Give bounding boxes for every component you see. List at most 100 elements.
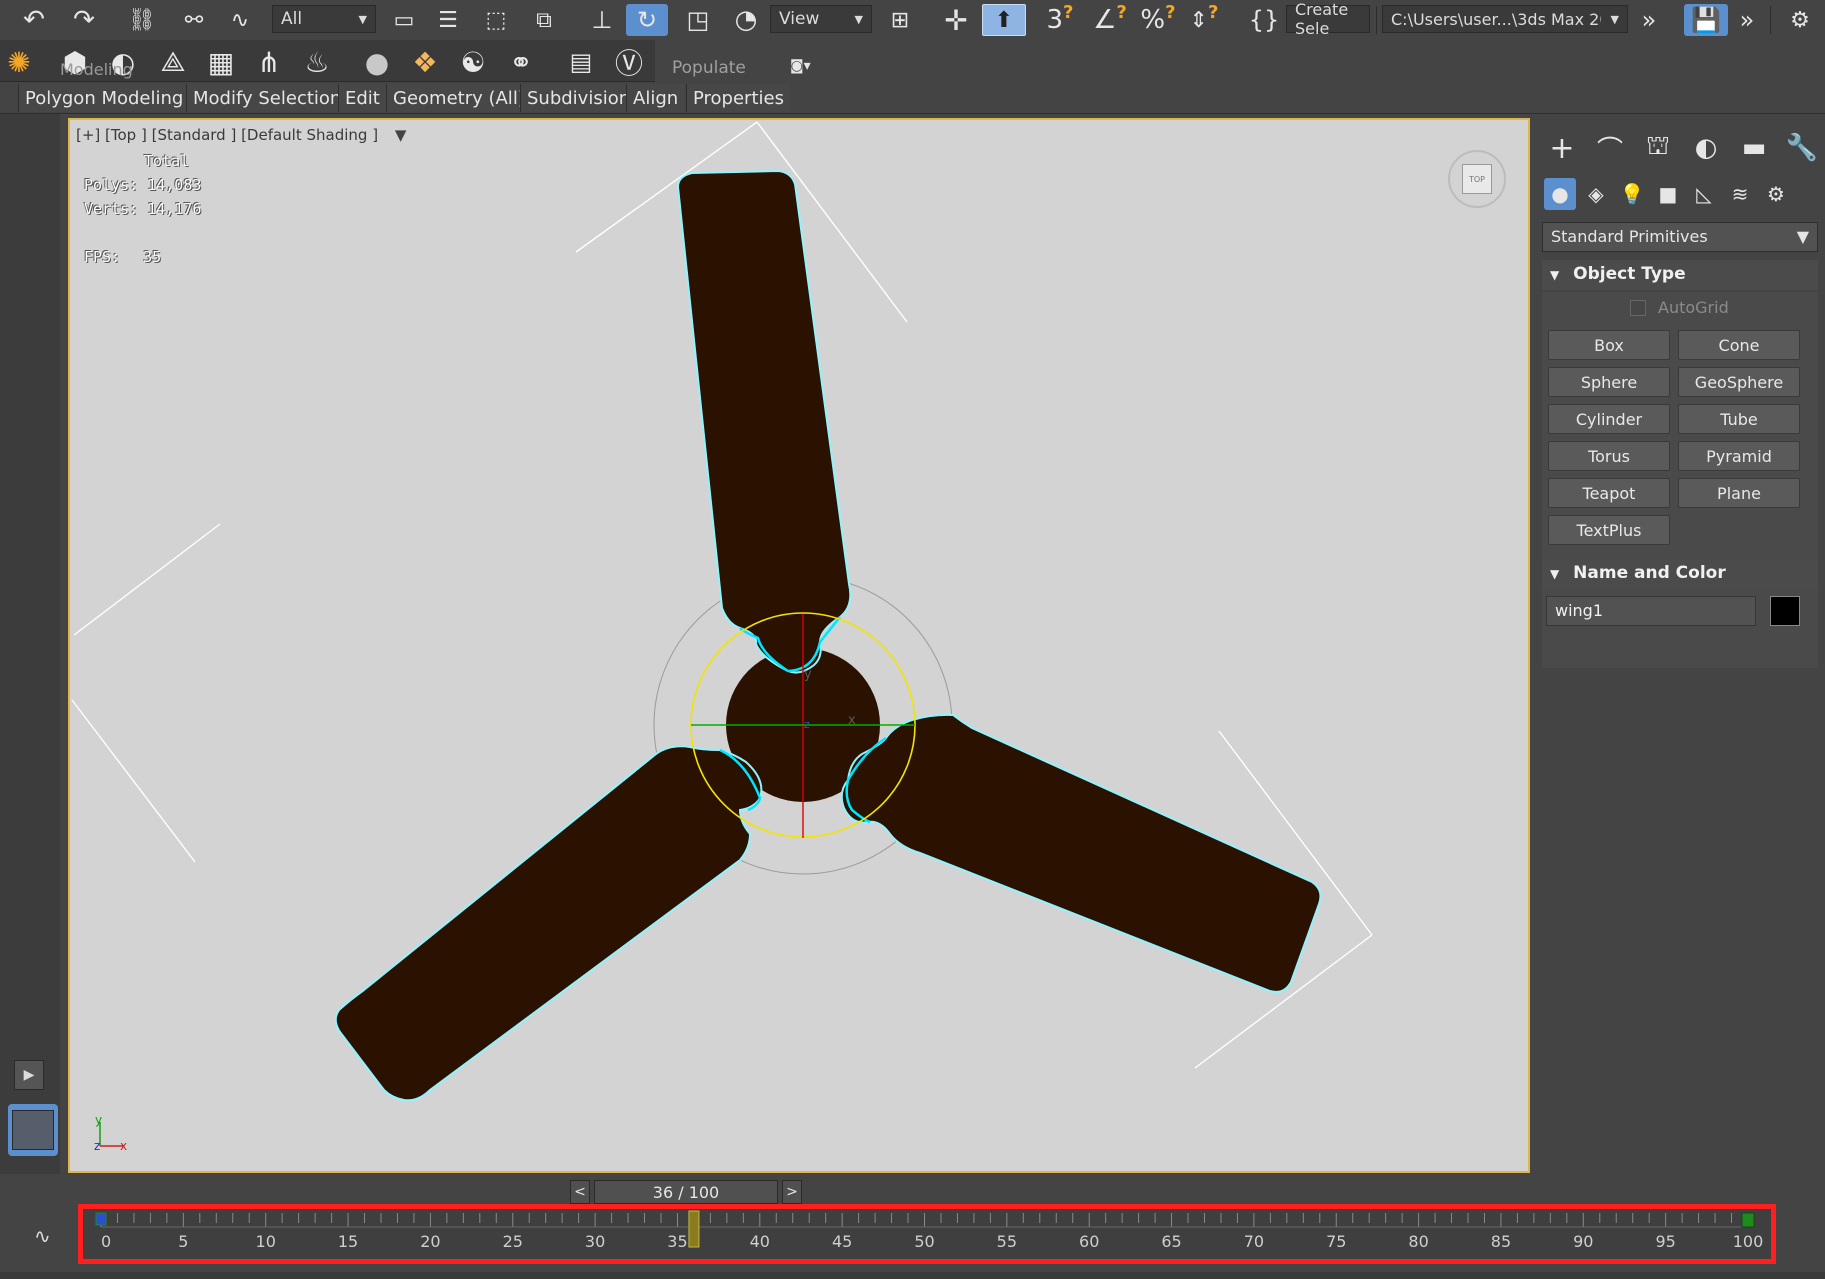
curve-editor-icon[interactable]: ∿ — [34, 1224, 51, 1248]
percent-snap-icon[interactable]: %? — [1138, 2, 1178, 36]
top-viewport[interactable]: y x z y x z [+] [Top ] [Standard ] [Defa… — [68, 118, 1530, 1173]
object-type-rollout-header[interactable]: ▼ Object Type — [1542, 260, 1818, 290]
cone-button[interactable]: Cone — [1678, 330, 1800, 360]
tube-button[interactable]: Tube — [1678, 404, 1800, 434]
vray-icon[interactable]: Ⓥ — [612, 45, 646, 80]
more-icon[interactable]: » — [1634, 4, 1664, 36]
use-pivot-icon[interactable]: ⊞ — [880, 4, 920, 36]
systems-icon[interactable]: ⚙ — [1760, 178, 1792, 210]
redo-icon[interactable]: ↷ — [64, 4, 104, 36]
utilities-icon[interactable]: 🔧 — [1784, 130, 1820, 166]
autogrid-checkbox-box[interactable] — [1630, 299, 1646, 316]
plane-button[interactable]: Plane — [1678, 478, 1800, 508]
motion-icon[interactable]: ◐ — [1688, 130, 1724, 166]
viewcube[interactable]: TOP — [1448, 150, 1506, 208]
rect-selection-region-icon[interactable]: ⬚ — [478, 4, 514, 36]
menu-align[interactable]: Align — [626, 84, 685, 112]
more-icon[interactable]: » — [1732, 4, 1762, 36]
object-color-swatch[interactable] — [1770, 596, 1800, 626]
geometry-icon[interactable]: ● — [1544, 178, 1576, 210]
time-slider-prev-button[interactable]: < — [570, 1180, 590, 1204]
menu-geometry-all[interactable]: Geometry (All) — [386, 84, 531, 112]
render-setup-icon[interactable]: ▤ — [564, 45, 598, 79]
helpers-icon[interactable]: ◺ — [1688, 178, 1720, 210]
space-warps-icon[interactable]: ≋ — [1724, 178, 1756, 210]
bone-icon[interactable]: ⟁ — [156, 45, 190, 79]
ribbon-options-icon[interactable]: ◙▾ — [790, 58, 811, 74]
track-bar[interactable]: 0 5 10 15 20 25 30 35 40 45 50 55 60 65 70 75 80 85 90 95 10… — [78, 1204, 1776, 1264]
viewcube-top-face[interactable]: TOP — [1462, 164, 1492, 194]
name-and-color-rollout-header[interactable]: ▼ Name and Color — [1542, 559, 1818, 589]
ribbon-tab-modeling[interactable]: Modeling — [60, 60, 133, 79]
hierarchy-icon[interactable]: ⛫ — [1640, 130, 1676, 166]
select-rotate-icon[interactable]: ↻ — [626, 4, 668, 36]
palette-icon[interactable]: ☯ — [456, 45, 490, 79]
snaps-toggle-icon[interactable]: 3? — [1040, 2, 1080, 36]
lights-icon[interactable]: 💡 — [1616, 178, 1648, 210]
selection-filter-dropdown[interactable]: All ▼ — [272, 5, 376, 33]
modify-icon[interactable]: ⌒ — [1592, 130, 1628, 166]
expand-layout-icon[interactable]: ▶ — [14, 1060, 44, 1090]
angle-snap-icon[interactable]: ∠? — [1090, 2, 1130, 36]
particles-icon[interactable]: ❖ — [408, 45, 442, 79]
track-bar-ruler[interactable]: 0 5 10 15 20 25 30 35 40 45 50 55 60 65 70 75 80 85 90 95 10… — [83, 1209, 1771, 1259]
select-by-name-icon[interactable]: ☰ — [430, 4, 466, 36]
geosphere-button[interactable]: GeoSphere — [1678, 367, 1800, 397]
edit-named-selections-icon[interactable]: {} — [1244, 4, 1284, 36]
menu-properties[interactable]: Properties — [686, 84, 790, 112]
unlink-icon[interactable]: ⚯ — [176, 4, 212, 36]
keyboard-shortcut-toggle-icon[interactable]: ⬆ — [982, 4, 1026, 36]
create-icon[interactable]: + — [1544, 130, 1580, 166]
menu-subdivision[interactable]: Subdivision — [520, 84, 637, 112]
save-icon[interactable]: 💾 — [1684, 4, 1728, 36]
ribbon-tab-populate[interactable]: Populate — [672, 58, 746, 78]
named-selection-set-dropdown[interactable]: Create Sele — [1286, 0, 1370, 38]
sphere-button[interactable]: Sphere — [1548, 367, 1670, 397]
ball-icon[interactable]: ● — [360, 45, 394, 79]
pyramid-button[interactable]: Pyramid — [1678, 441, 1800, 471]
spinner-snap-icon[interactable]: ⇕? — [1184, 2, 1224, 36]
select-manipulate-icon[interactable]: ✛ — [936, 4, 976, 37]
select-place-icon[interactable]: ◔ — [724, 4, 768, 36]
viewport-layout-tab[interactable] — [8, 1104, 58, 1156]
blade-right[interactable] — [840, 713, 1322, 993]
select-scale-icon[interactable]: ◳ — [678, 4, 718, 36]
autogrid-checkbox[interactable]: AutoGrid — [1630, 298, 1729, 317]
time-slider-next-button[interactable]: > — [782, 1180, 802, 1204]
teapot-button[interactable]: Teapot — [1548, 478, 1670, 508]
grid-icon[interactable]: ▦ — [204, 45, 238, 79]
blade-top[interactable] — [676, 169, 852, 674]
menu-polygon-modeling[interactable]: Polygon Modeling — [18, 84, 190, 112]
filter-icon[interactable]: ▼ — [395, 126, 407, 144]
window-crossing-icon[interactable]: ⧉ — [526, 4, 562, 36]
primitive-category-dropdown[interactable]: Standard Primitives ▼ — [1542, 222, 1818, 252]
cameras-icon[interactable]: ■ — [1652, 178, 1684, 210]
torus-button[interactable]: Torus — [1548, 441, 1670, 471]
bind-space-warp-icon[interactable]: ∿ — [220, 4, 260, 36]
viewport-label-menu[interactable]: [+] [Top ] [Standard ] [Default Shading … — [76, 126, 406, 144]
object-name-field[interactable]: wing1 — [1546, 596, 1756, 626]
grass-icon[interactable]: ⋔ — [252, 45, 286, 79]
settings-icon[interactable]: ⚙ — [1780, 4, 1820, 36]
project-path-dropdown[interactable]: C:\Users\user...\3ds Max 2023 ▼ — [1382, 5, 1628, 33]
link-icon[interactable]: ⛓ — [124, 4, 160, 36]
select-move-icon[interactable]: ⊥ — [582, 4, 622, 36]
reference-coord-dropdown[interactable]: View ▼ — [770, 5, 872, 33]
menu-edit[interactable]: Edit — [338, 84, 386, 112]
select-object-icon[interactable]: ▭ — [386, 4, 422, 36]
shapes-icon[interactable]: ◈ — [1580, 178, 1612, 210]
undo-icon[interactable]: ↶ — [14, 4, 54, 36]
blade-left[interactable] — [334, 745, 763, 1102]
start-key-marker[interactable] — [95, 1212, 107, 1226]
scene-canvas[interactable]: y x z y x z — [70, 120, 1530, 1173]
spheres-icon[interactable]: ⚭ — [504, 45, 538, 79]
menu-modify-selection[interactable]: Modify Selection — [186, 84, 348, 112]
cylinder-button[interactable]: Cylinder — [1548, 404, 1670, 434]
time-slider[interactable]: 36 / 100 — [594, 1180, 778, 1204]
box-button[interactable]: Box — [1548, 330, 1670, 360]
end-key-marker[interactable] — [1741, 1212, 1755, 1228]
current-frame-indicator[interactable] — [688, 1210, 700, 1248]
display-icon[interactable]: ▬ — [1736, 130, 1772, 166]
fire-icon[interactable]: ♨ — [300, 45, 334, 79]
textplus-button[interactable]: TextPlus — [1548, 515, 1670, 545]
